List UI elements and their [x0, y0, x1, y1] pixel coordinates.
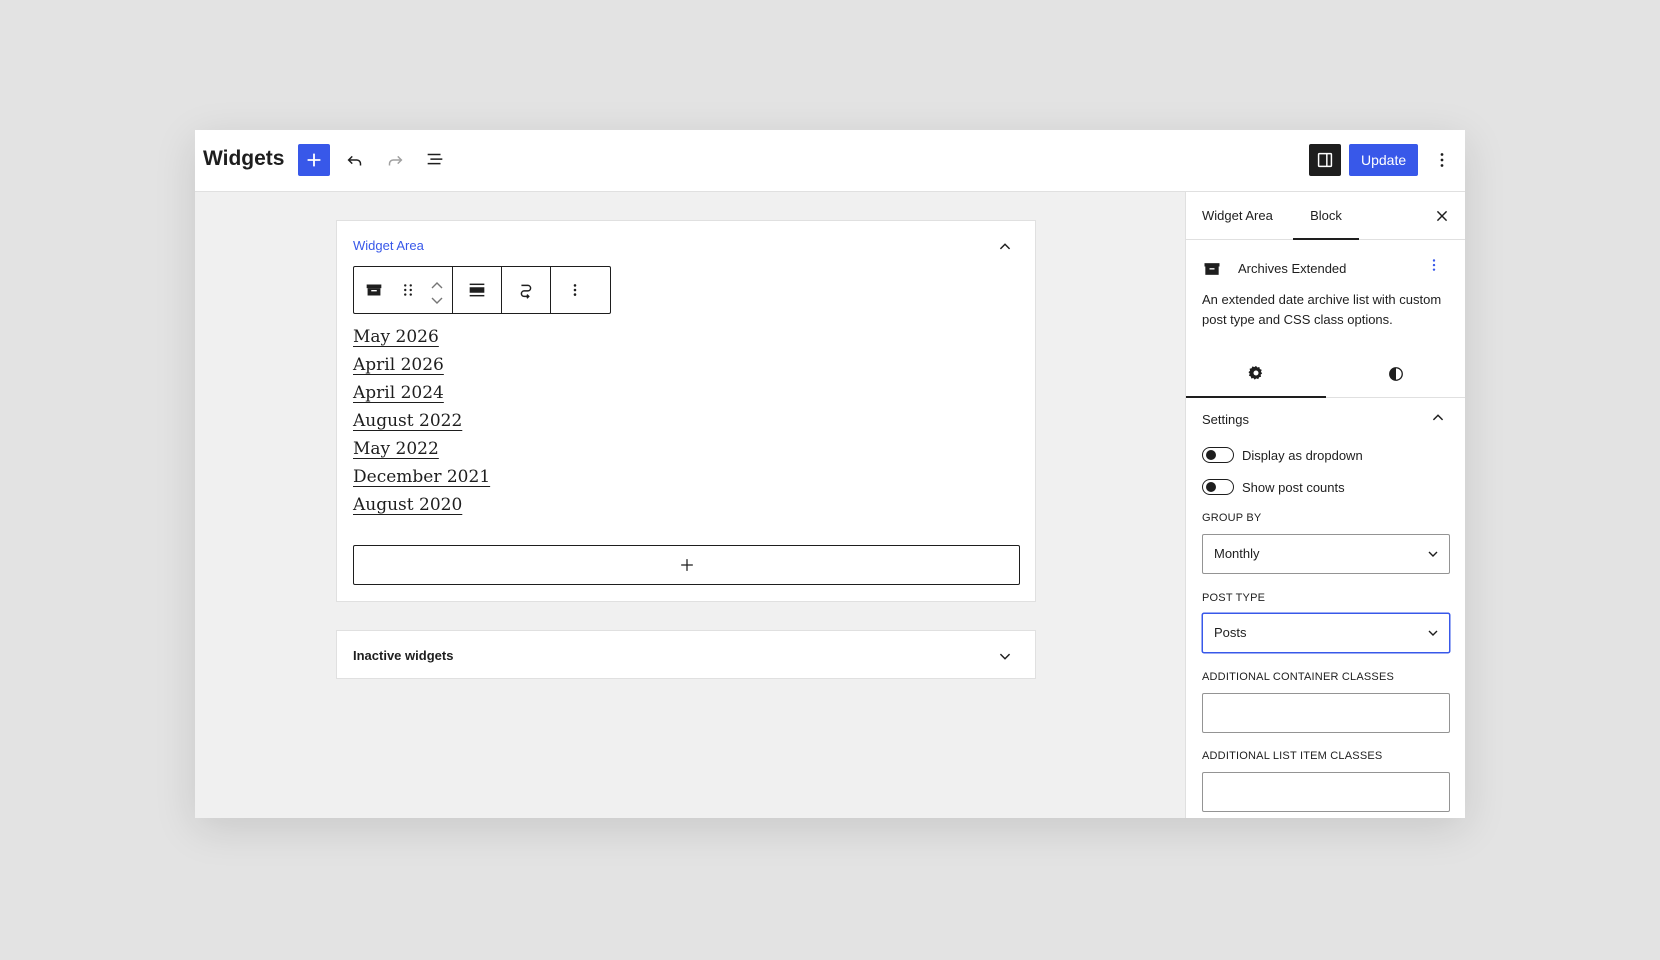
chevron-down-icon — [1428, 551, 1438, 557]
block-options-button[interactable] — [551, 267, 599, 313]
widget-area-collapse-button[interactable] — [987, 229, 1023, 265]
list-item: December 2021 — [353, 463, 490, 491]
close-sidebar-button[interactable] — [1426, 200, 1458, 232]
settings-sidebar-toggle[interactable] — [1309, 144, 1341, 176]
tab-block[interactable]: Block — [1293, 192, 1359, 240]
container-classes-label: Additional container classes — [1202, 671, 1395, 683]
more-vertical-icon — [1440, 153, 1444, 167]
editor-header: Widgets Update — [195, 130, 1465, 192]
editor-canvas: Widget Area May 2026 April 2026 April 20… — [195, 192, 1185, 818]
drag-handle-icon — [404, 284, 412, 296]
list-item: August 2020 — [353, 491, 490, 519]
show-counts-toggle[interactable] — [1202, 479, 1234, 495]
settings-panel-title[interactable]: Settings — [1202, 412, 1249, 427]
align-full-icon — [469, 283, 485, 297]
block-mover — [422, 267, 452, 313]
more-vertical-icon — [1432, 259, 1436, 271]
gear-icon — [1248, 365, 1263, 380]
chevron-down-icon — [999, 653, 1011, 660]
plus-icon — [307, 153, 321, 167]
block-description: An extended date archive list with custo… — [1202, 292, 1442, 327]
block-inspector-tabs — [1186, 350, 1465, 398]
tab-settings[interactable] — [1186, 350, 1326, 398]
post-type-select[interactable]: Posts — [1202, 613, 1450, 653]
list-item-classes-input[interactable] — [1202, 772, 1450, 812]
more-vertical-icon — [573, 284, 577, 296]
post-type-value: Posts — [1214, 625, 1247, 640]
inactive-widgets-title[interactable]: Inactive widgets — [353, 648, 453, 663]
undo-icon — [347, 155, 362, 166]
list-item: August 2022 — [353, 407, 490, 435]
archive-link[interactable]: May 2026 — [353, 327, 439, 347]
chevron-up-icon — [1432, 414, 1444, 421]
archive-link[interactable]: December 2021 — [353, 467, 490, 487]
settings-sidebar: Widget Area Block Archives Extended An e… — [1185, 192, 1465, 818]
chevron-up-icon — [999, 243, 1011, 250]
show-counts-label: Show post counts — [1242, 479, 1345, 495]
toolbar-group-align — [453, 267, 502, 313]
show-counts-row: Show post counts — [1202, 479, 1345, 495]
block-title: Archives Extended — [1238, 261, 1347, 276]
redo-icon — [388, 155, 403, 166]
settings-panel-collapse-button[interactable] — [1422, 402, 1454, 434]
options-button[interactable] — [1426, 144, 1458, 176]
editor-window: Widgets Update Widget Area May 2026 Apri… — [195, 130, 1465, 818]
move-down-button[interactable] — [430, 293, 444, 304]
container-classes-input[interactable] — [1202, 693, 1450, 733]
add-block-button[interactable] — [298, 144, 330, 176]
sidebar-tabs: Widget Area Block — [1186, 192, 1465, 240]
list-item: May 2022 — [353, 435, 490, 463]
widget-area-panel: Widget Area May 2026 April 2026 April 20… — [336, 220, 1036, 602]
toolbar-group-block — [354, 267, 453, 313]
archive-list: May 2026 April 2026 April 2024 August 20… — [353, 323, 490, 519]
archive-icon — [1204, 263, 1220, 275]
group-by-label: Group by — [1202, 512, 1262, 524]
move-up-button[interactable] — [430, 277, 444, 289]
tab-widget-area[interactable]: Widget Area — [1202, 192, 1273, 240]
archive-link[interactable]: August 2022 — [353, 411, 462, 431]
display-dropdown-toggle[interactable] — [1202, 447, 1234, 463]
plus-icon — [680, 559, 693, 571]
align-button[interactable] — [453, 267, 501, 313]
undo-button[interactable] — [339, 144, 371, 176]
toolbar-group-transform — [502, 267, 551, 313]
redo-button[interactable] — [379, 144, 411, 176]
sidebar-icon — [1317, 152, 1333, 168]
tab-styles[interactable] — [1326, 350, 1465, 398]
list-view-button[interactable] — [419, 144, 451, 176]
toolbar-group-options — [551, 267, 599, 313]
transform-button[interactable] — [502, 267, 550, 313]
list-item: May 2026 — [353, 323, 490, 351]
archive-link[interactable]: April 2026 — [353, 355, 444, 375]
display-dropdown-row: Display as dropdown — [1202, 447, 1363, 463]
chevron-down-icon — [431, 297, 443, 304]
display-dropdown-label: Display as dropdown — [1242, 447, 1363, 463]
inactive-widgets-panel: Inactive widgets — [336, 630, 1036, 679]
drag-handle[interactable] — [394, 267, 422, 313]
block-appender-button[interactable] — [353, 545, 1020, 585]
archive-link[interactable]: April 2024 — [353, 383, 444, 403]
inactive-widgets-expand-button[interactable] — [987, 638, 1023, 674]
block-toolbar — [353, 266, 611, 314]
close-icon — [1436, 210, 1448, 222]
chevron-down-icon — [1428, 630, 1438, 636]
list-item: April 2024 — [353, 379, 490, 407]
widget-area-title[interactable]: Widget Area — [353, 238, 424, 253]
chevron-up-icon — [431, 282, 443, 289]
update-button[interactable]: Update — [1349, 144, 1419, 176]
archive-link[interactable]: August 2020 — [353, 495, 462, 515]
list-item-classes-label: Additional list item classes — [1202, 750, 1383, 762]
group-by-value: Monthly — [1214, 546, 1260, 561]
list-view-icon — [427, 153, 443, 165]
block-type-button[interactable] — [354, 267, 394, 313]
block-card-options-button[interactable] — [1418, 250, 1450, 282]
transform-icon — [520, 284, 532, 299]
contrast-icon — [1389, 367, 1403, 381]
archive-icon — [366, 284, 382, 296]
post-type-label: Post type — [1202, 592, 1266, 604]
page-title: Widgets — [203, 147, 285, 170]
archive-link[interactable]: May 2022 — [353, 439, 439, 459]
list-item: April 2026 — [353, 351, 490, 379]
group-by-select[interactable]: Monthly — [1202, 534, 1450, 574]
